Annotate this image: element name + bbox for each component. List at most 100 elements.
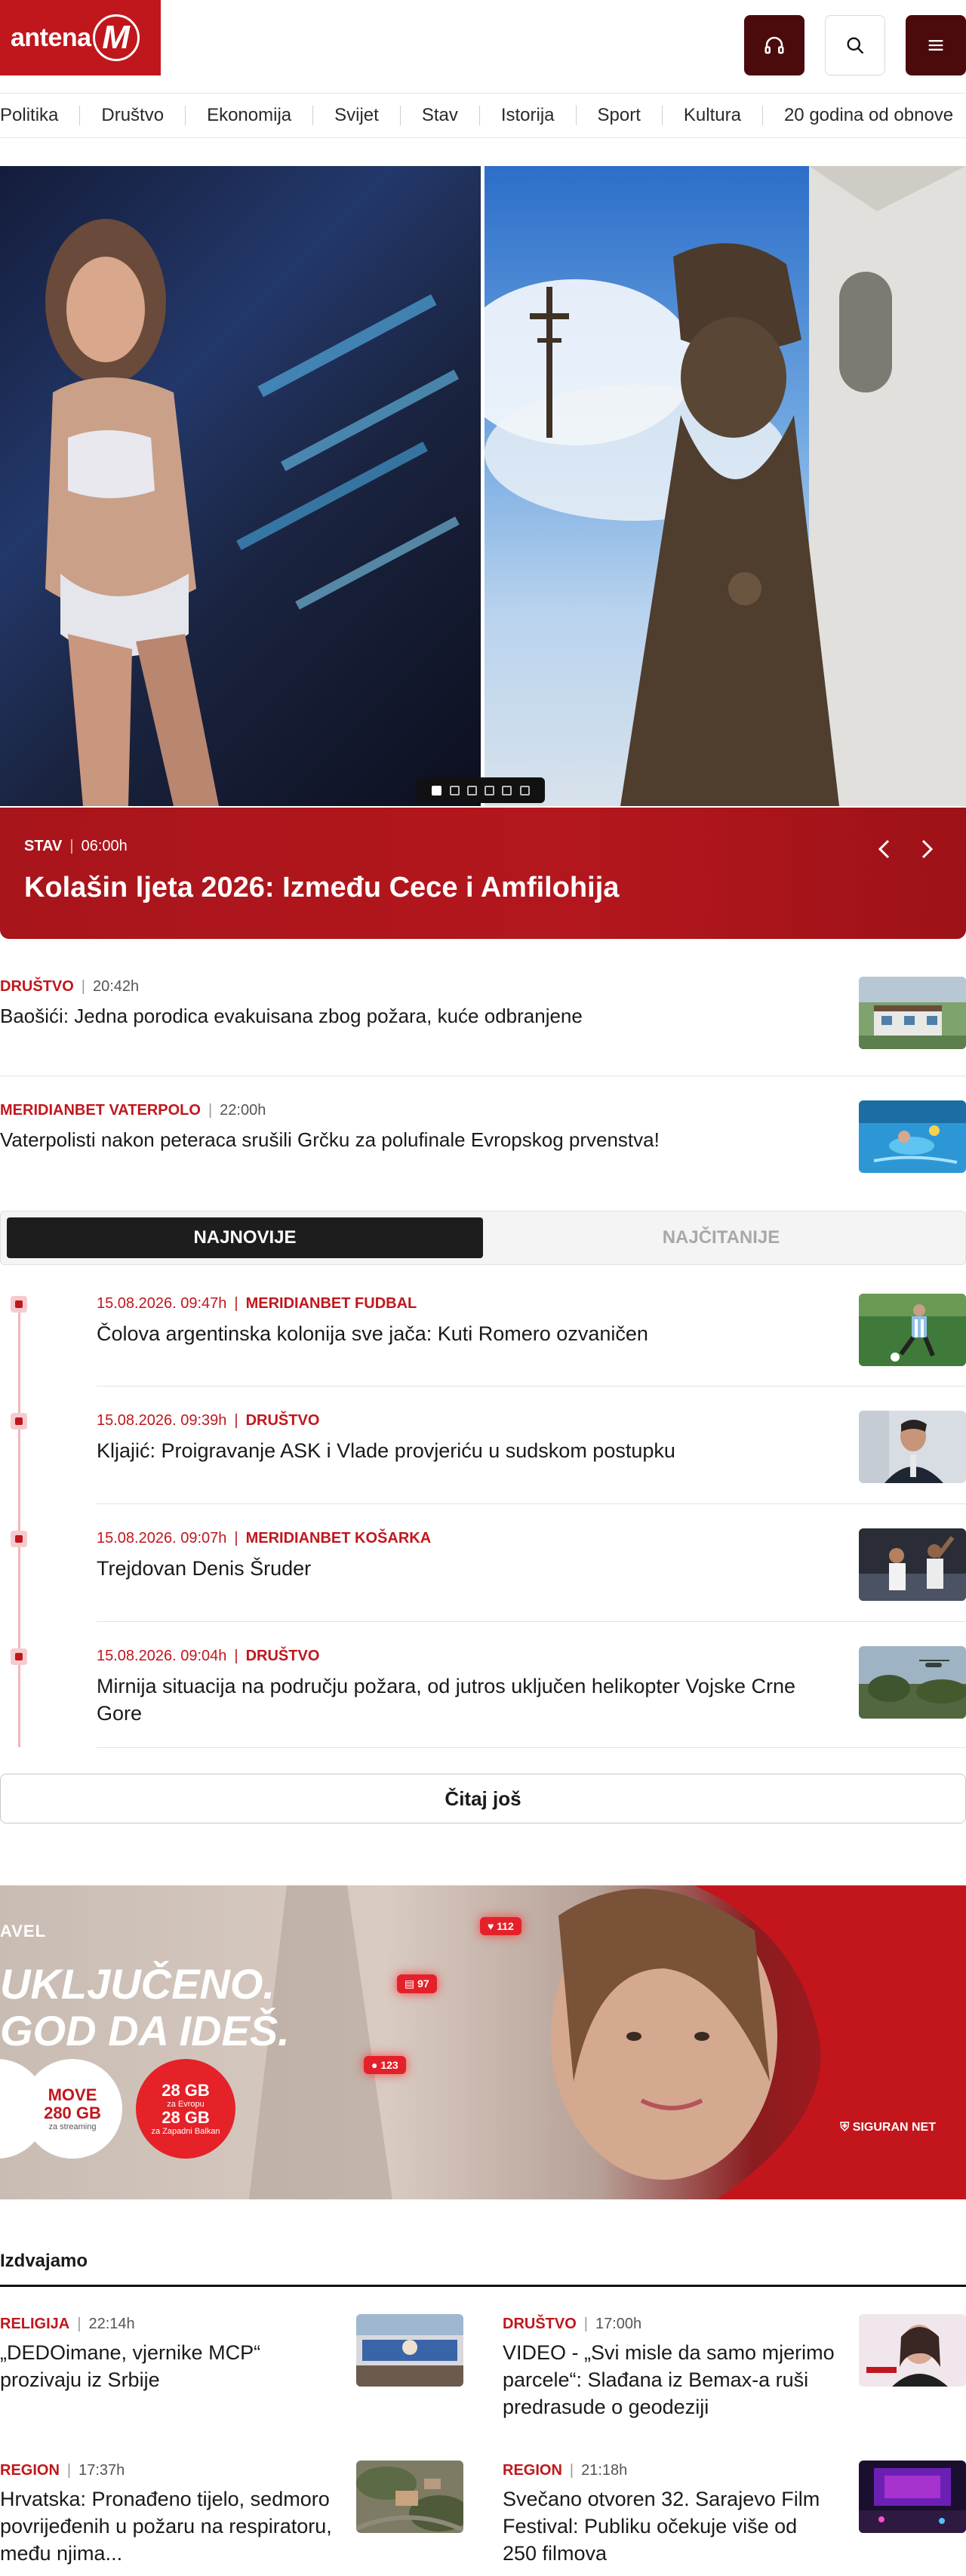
site-logo[interactable]: antena M (0, 0, 161, 75)
article-title[interactable]: Baošići: Jedna porodica evakuisana zbog … (0, 1003, 966, 1029)
nav-item-ekonomija[interactable]: Ekonomija (186, 106, 314, 125)
timeline-thumbnail[interactable] (859, 1528, 966, 1601)
divider (97, 1747, 966, 1748)
category-nav: Politika Društvo Ekonomija Svijet Stav I… (0, 93, 966, 138)
featured-category[interactable]: RELIGIJA (0, 2316, 69, 2333)
hero-meta: STAV | 06:00h (24, 838, 942, 855)
nav-item-politika[interactable]: Politika (0, 106, 81, 125)
timeline-thumbnail[interactable] (859, 1294, 966, 1366)
search-icon (847, 37, 864, 54)
meta-separator: | (234, 1295, 238, 1312)
nav-item-svijet[interactable]: Svijet (313, 106, 401, 125)
timeline-title[interactable]: Kljajić: Proigravanje ASK i Vlade provje… (97, 1437, 821, 1464)
article-item[interactable]: MERIDIANBET VATERPOLO | 22:00h Vaterpoli… (0, 1100, 966, 1173)
shield-icon: ⛨ (840, 2121, 850, 2134)
featured-item[interactable]: REGION | 21:18h Svečano otvoren 32. Sara… (503, 2461, 966, 2567)
nav-item-drustvo[interactable]: Društvo (80, 106, 186, 125)
featured-time: 17:00h (595, 2316, 642, 2332)
timeline-category[interactable]: DRUŠTVO (246, 1412, 320, 1430)
nav-item-sport[interactable]: Sport (577, 106, 663, 125)
section-title: Izdvajamo (0, 2251, 88, 2271)
article-thumbnail[interactable] (859, 977, 966, 1049)
featured-thumbnail[interactable] (859, 2314, 966, 2387)
slider-dot-4[interactable] (485, 785, 495, 796)
featured-thumbnail[interactable] (356, 2314, 463, 2387)
radio-button[interactable] (744, 15, 804, 75)
timeline-title[interactable]: Trejdovan Denis Šruder (97, 1555, 821, 1582)
timeline-meta: 15.08.2026. 09:07h | MERIDIANBET KOŠARKA (97, 1530, 966, 1547)
timeline-title[interactable]: Mirnija situacija na području požara, od… (97, 1673, 821, 1727)
nav-item-istorija[interactable]: Istorija (480, 106, 577, 125)
advertisement-banner[interactable]: AVEL UKLJUČENO. GOD DA IDEŠ. MOVE 280 GB… (0, 1885, 966, 2199)
hero-category[interactable]: STAV (24, 838, 62, 855)
timeline-line (18, 1302, 20, 1747)
meta-separator: | (77, 2316, 82, 2332)
ad-label: AVEL (0, 1922, 47, 1940)
ad-comment-bubble: ▤ 97 (397, 1974, 437, 1993)
featured-thumbnail[interactable] (859, 2461, 966, 2533)
slider-next-icon[interactable] (918, 838, 936, 866)
slider-prev-icon[interactable] (875, 838, 894, 866)
article-category[interactable]: MERIDIANBET VATERPOLO (0, 1102, 201, 1119)
slider-dot-6[interactable] (519, 785, 530, 796)
slider-dot-2[interactable] (449, 785, 460, 796)
timeline-category[interactable]: MERIDIANBET KOŠARKA (246, 1530, 432, 1547)
featured-category[interactable]: DRUŠTVO (503, 2316, 577, 2333)
timeline-item[interactable]: 15.08.2026. 09:39h | DRUŠTVO Kljajić: Pr… (97, 1411, 966, 1483)
slider-dot-3[interactable] (466, 785, 477, 796)
featured-title[interactable]: „DEDOimane, vjernike MCP“ prozivaju iz S… (0, 2339, 332, 2393)
timeline-title[interactable]: Čolova argentinska kolonija sve jača: Ku… (97, 1320, 821, 1347)
timeline-item[interactable]: 15.08.2026. 09:04h | DRUŠTVO Mirnija sit… (97, 1646, 966, 1727)
slider-dot-1[interactable] (432, 785, 442, 796)
timeline-meta: 15.08.2026. 09:47h | MERIDIANBET FUDBAL (97, 1295, 966, 1313)
featured-item[interactable]: DRUŠTVO | 17:00h VIDEO - „Svi misle da s… (503, 2314, 966, 2421)
featured-title[interactable]: Hrvatska: Pronađeno tijelo, sedmoro povr… (0, 2485, 332, 2567)
timeline-item[interactable]: 15.08.2026. 09:47h | MERIDIANBET FUDBAL … (97, 1294, 966, 1366)
slider-pagination (417, 777, 545, 803)
featured-time: 17:37h (78, 2462, 125, 2479)
ad-headline: UKLJUČENO. GOD DA IDEŠ. (0, 1961, 290, 2054)
logo-text: antena (11, 23, 91, 52)
article-thumbnail[interactable] (859, 1100, 966, 1173)
featured-category[interactable]: REGION (0, 2462, 60, 2479)
featured-category[interactable]: REGION (503, 2462, 562, 2479)
article-item[interactable]: DRUŠTVO | 20:42h Baošići: Jedna porodica… (0, 977, 966, 1049)
timeline-item[interactable]: 15.08.2026. 09:07h | MERIDIANBET KOŠARKA… (97, 1528, 966, 1601)
hero-left-artwork (45, 219, 460, 806)
timeline-category[interactable]: DRUŠTVO (246, 1648, 320, 1665)
news-tabs: NAJNOVIJE NAJČITANIJE (0, 1211, 966, 1265)
slider-dot-5[interactable] (502, 785, 512, 796)
timeline-date: 15.08.2026. 09:07h (97, 1530, 227, 1547)
hero-caption[interactable]: STAV | 06:00h Kolašin ljeta 2026: Između… (0, 808, 966, 939)
meta-separator: | (569, 2462, 574, 2479)
logo-m-icon: M (92, 14, 140, 61)
read-more-button[interactable]: Čitaj još (0, 1774, 966, 1824)
hero-image-left[interactable] (0, 166, 481, 806)
article-category[interactable]: DRUŠTVO (0, 978, 74, 996)
ad-circle-roaming-gb-2: 28 GB (162, 2108, 210, 2127)
featured-thumbnail[interactable] (356, 2461, 463, 2533)
featured-title[interactable]: VIDEO - „Svi misle da samo mjerimo parce… (503, 2339, 835, 2421)
nav-item-stav[interactable]: Stav (401, 106, 480, 125)
divider (97, 1503, 966, 1504)
featured-title[interactable]: Svečano otvoren 32. Sarajevo Film Festiv… (503, 2485, 835, 2567)
timeline-marker (11, 1648, 27, 1665)
tab-latest[interactable]: NAJNOVIJE (7, 1217, 483, 1258)
search-button[interactable] (825, 15, 885, 75)
hero-title[interactable]: Kolašin ljeta 2026: Između Cece i Amfilo… (24, 872, 942, 904)
timeline-thumbnail[interactable] (859, 1411, 966, 1483)
ad-circle-move-gb: 280 GB (44, 2104, 101, 2122)
nav-item-20-godina[interactable]: 20 godina od obnove (763, 106, 966, 125)
hero-image-right[interactable] (485, 166, 966, 806)
featured-item[interactable]: RELIGIJA | 22:14h „DEDOimane, vjernike M… (0, 2314, 468, 2393)
article-title[interactable]: Vaterpolisti nakon peteraca srušili Grčk… (0, 1127, 966, 1153)
timeline-category[interactable]: MERIDIANBET FUDBAL (246, 1295, 417, 1313)
timeline-thumbnail[interactable] (859, 1646, 966, 1719)
meta-separator: | (81, 978, 85, 995)
timeline-meta: 15.08.2026. 09:04h | DRUŠTVO (97, 1648, 966, 1665)
featured-item[interactable]: REGION | 17:37h Hrvatska: Pronađeno tije… (0, 2461, 468, 2567)
hero-slider[interactable]: STAV | 06:00h Kolašin ljeta 2026: Između… (0, 166, 966, 939)
tab-most-read[interactable]: NAJČITANIJE (483, 1217, 959, 1258)
nav-item-kultura[interactable]: Kultura (663, 106, 763, 125)
menu-button[interactable] (906, 15, 966, 75)
